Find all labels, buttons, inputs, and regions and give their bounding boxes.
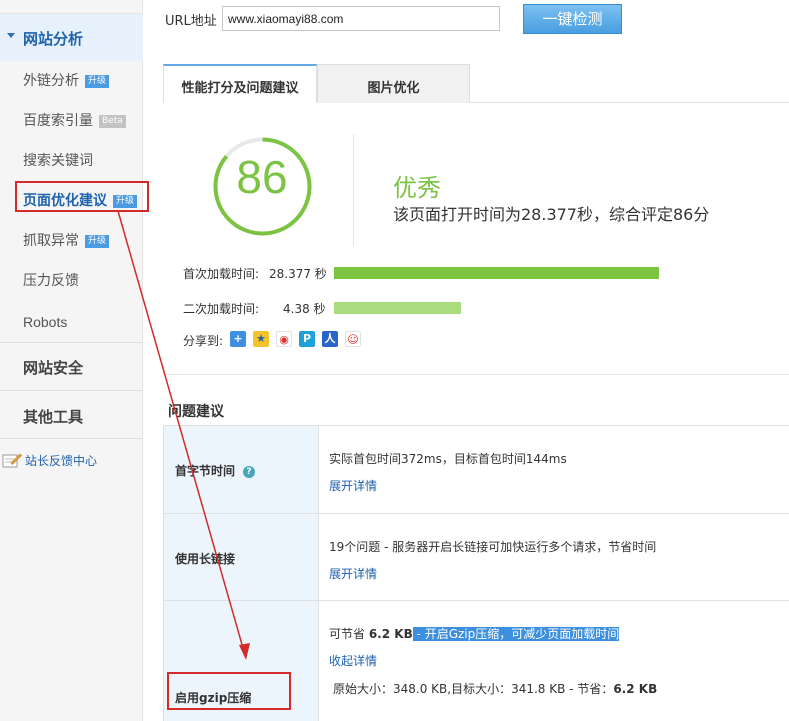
tab-image-optimization[interactable]: 图片优化 [317, 64, 470, 103]
sidebar-item-crawl-errors[interactable]: 抓取异常 升级 [23, 231, 110, 251]
url-label: URL地址 [165, 14, 217, 29]
tencent-weibo-icon[interactable]: P [299, 331, 315, 347]
savings-prefix: 可节省 [329, 627, 369, 641]
sidebar-item-label: 搜索关键词 [23, 153, 93, 169]
table-row: 使用长链接 19个问题 - 服务器开启长链接可加快运行多个请求，节省时间 展开详… [163, 514, 789, 601]
caret-down-icon [7, 33, 15, 38]
upgrade-badge: 升级 [85, 235, 110, 248]
issue-name-text: 首字节时间 [175, 464, 236, 478]
sidebar-divider [0, 342, 143, 343]
sidebar: 网站分析 外链分析 升级 百度索引量 Beta 搜索关键词 页面优化建议 升级 抓取异… [0, 0, 143, 721]
sidebar-section-other-tools[interactable]: 其他工具 [23, 406, 83, 427]
first-load-label: 首次加载时间: [183, 267, 260, 281]
url-input[interactable] [222, 6, 500, 31]
size-detail-text: 原始大小：348.0 KB,目标大小：341.8 KB - 节省： [333, 682, 614, 696]
highlighted-advice: - 开启Gzip压缩，可减少页面加载时间 [412, 627, 620, 641]
sidebar-item-label: 百度索引量 [23, 113, 93, 129]
issue-name-ttfb: 首字节时间? [175, 462, 256, 479]
feedback-center-label: 站长反馈中心 [25, 454, 98, 468]
issue-name-keepalive: 使用长链接 [175, 552, 236, 566]
sidebar-item-label: 压力反馈 [23, 273, 79, 289]
sidebar-item-robots[interactable]: Robots [23, 312, 67, 332]
size-detail-savings: 6.2 KB [613, 682, 658, 696]
share-label: 分享到: [183, 334, 224, 348]
sidebar-item-pressure-feedback[interactable]: 压力反馈 [23, 271, 79, 291]
sidebar-section-website-analysis[interactable]: 网站分析 [0, 14, 143, 61]
score-value: 86 [236, 151, 288, 203]
second-load-bar [334, 302, 461, 314]
pencil-note-icon [2, 452, 22, 471]
help-icon[interactable]: ? [243, 466, 256, 478]
score-description: 该页面打开时间为28.377秒，综合评定86分 [393, 205, 710, 224]
issue-name-cell: 使用长链接 [163, 514, 319, 600]
gzip-advice: 开启Gzip压缩，可减少页面加载时间 [424, 627, 620, 641]
size-detail: 原始大小：348.0 KB,目标大小：341.8 KB - 节省：6.2 KB [333, 680, 657, 697]
sidebar-divider [0, 438, 143, 439]
sidebar-section-security[interactable]: 网站安全 [23, 357, 83, 378]
share-icons: + ★ ◉ P 人 ☺ [230, 331, 361, 347]
sidebar-section-label: 网站分析 [23, 30, 84, 48]
expand-details-link[interactable]: 展开详情 [329, 477, 377, 494]
beta-badge: Beta [99, 115, 126, 128]
first-load-value: 28.377 秒 [269, 267, 327, 281]
desc-separator: - [412, 627, 425, 641]
upgrade-badge: 升级 [85, 75, 110, 88]
issue-description: 19个问题 - 服务器开启长链接可加快运行多个请求，节省时间 [329, 540, 657, 554]
tab-performance[interactable]: 性能打分及问题建议 [163, 64, 317, 103]
sidebar-item-index-volume[interactable]: 百度索引量 Beta [23, 111, 126, 131]
expand-details-link[interactable]: 展开详情 [329, 565, 377, 582]
second-load-value: 4.38 秒 [283, 302, 326, 316]
plus-share-icon[interactable]: + [230, 331, 246, 347]
sidebar-item-label: Robots [23, 314, 68, 330]
qzone-icon[interactable]: ★ [253, 331, 269, 347]
detect-button[interactable]: 一键检测 [523, 4, 622, 34]
issues-title: 问题建议 [168, 404, 224, 420]
sidebar-item-label: 抓取异常 [23, 233, 79, 249]
weibo-icon[interactable]: ◉ [276, 331, 292, 347]
issue-name-cell: 首字节时间? [163, 426, 319, 513]
score-divider [353, 134, 354, 246]
score-grade: 优秀 [393, 174, 441, 202]
sidebar-item-backlinks[interactable]: 外链分析 升级 [23, 71, 110, 91]
renren-icon[interactable]: ☺ [345, 331, 361, 347]
page-root: 网站分析 外链分析 升级 百度索引量 Beta 搜索关键词 页面优化建议 升级 抓取异… [0, 0, 789, 721]
section-divider [163, 374, 789, 375]
collapse-details-link[interactable]: 收起详情 [329, 652, 377, 669]
first-load-bar [334, 267, 659, 279]
sidebar-item-search-keywords[interactable]: 搜索关键词 [23, 151, 93, 171]
second-load-label: 二次加载时间: [183, 302, 260, 316]
savings-amount: 6.2 KB [368, 627, 413, 641]
issue-description: 可节省 6.2 KB - 开启Gzip压缩，可减少页面加载时间 [329, 625, 620, 642]
table-row: 首字节时间? 实际首包时间372ms，目标首包时间144ms 展开详情 [163, 426, 789, 514]
sidebar-item-label: 外链分析 [23, 73, 79, 89]
annotation-box-gzip [167, 672, 291, 710]
issue-description: 实际首包时间372ms，目标首包时间144ms [329, 452, 567, 466]
sidebar-divider [0, 390, 143, 391]
annotation-box-sidebar [15, 181, 149, 212]
feedback-center-link[interactable]: 站长反馈中心 [2, 452, 97, 471]
baidu-icon[interactable]: 人 [322, 331, 338, 347]
